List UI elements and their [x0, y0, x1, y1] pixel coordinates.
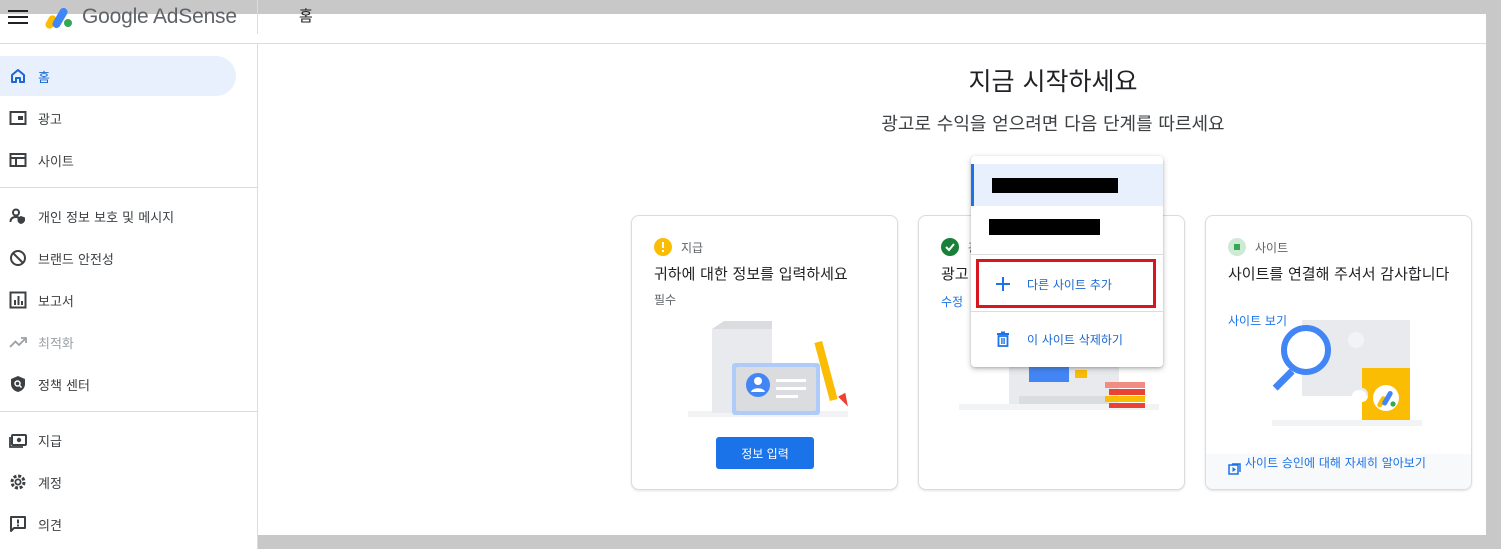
menu-divider	[971, 254, 1163, 255]
sidebar-item-home[interactable]: 홈	[0, 56, 236, 96]
delete-site-label: 이 사이트 삭제하기	[1027, 332, 1123, 347]
sidebar-item-label: 최적화	[38, 336, 74, 352]
sidebar-item-label: 광고	[38, 112, 62, 128]
sidebar-item-brand-safety[interactable]: 브랜드 안전성	[0, 238, 236, 278]
warning-icon	[654, 238, 672, 256]
sidebar-item-label: 정책 센터	[38, 378, 90, 394]
ads-icon	[8, 108, 28, 128]
redacted-site-name	[992, 177, 1118, 193]
adsense-logo-icon	[45, 7, 72, 29]
sidebar: 홈 광고 사이트 개인 정보 보호 및 메시지 브랜드 안전성 보고서 최적화 …	[0, 44, 258, 549]
card-category: 사이트	[1228, 238, 1288, 256]
card-footer: 사이트 승인에 대해 자세히 알아보기	[1206, 454, 1471, 489]
sidebar-item-ads[interactable]: 광고	[0, 98, 236, 138]
payments-card: 지급 귀하에 대한 정보를 입력하세요 필수 정보 입력	[631, 215, 898, 490]
highlight-box	[976, 259, 1156, 308]
adsense-logo[interactable]: Google AdSense	[44, 2, 237, 32]
sidebar-item-label: 의견	[38, 518, 62, 534]
sidebar-item-label: 브랜드 안전성	[38, 252, 114, 268]
sidebar-item-label: 사이트	[38, 154, 74, 170]
menu-site-option[interactable]	[971, 206, 1163, 248]
card-category-label: 지급	[681, 240, 704, 255]
sidebar-item-label: 지급	[38, 434, 62, 450]
sidebar-item-feedback[interactable]: 의견	[0, 504, 236, 544]
site-approval-learn-more-link[interactable]: 사이트 승인에 대해 자세히 알아보기	[1245, 456, 1455, 471]
feedback-icon	[8, 514, 28, 534]
sidebar-item-privacy[interactable]: 개인 정보 보호 및 메시지	[0, 196, 236, 236]
sidebar-item-optimization[interactable]: 최적화	[0, 322, 236, 362]
card-required-note: 필수	[654, 293, 677, 307]
payments-icon	[8, 430, 28, 450]
block-icon	[8, 248, 28, 268]
home-icon	[8, 66, 28, 86]
sites-icon	[8, 150, 28, 170]
sidebar-divider	[0, 411, 258, 412]
sidebar-item-policy-center[interactable]: 정책 센터	[0, 364, 236, 404]
enter-info-button[interactable]: 정보 입력	[716, 437, 814, 469]
card-category: 지급	[654, 238, 703, 256]
id-card-illustration	[688, 321, 848, 417]
hero-subtitle: 광고로 수익을 얻으려면 다음 단계를 따르세요	[881, 114, 1225, 135]
trash-icon	[995, 331, 1011, 347]
page-title: 홈	[299, 7, 313, 25]
sidebar-item-account[interactable]: 계정	[0, 462, 236, 502]
card-title: 사이트를 연결해 주셔서 감사합니다	[1228, 265, 1450, 283]
menu-site-option-selected[interactable]	[971, 164, 1163, 206]
sidebar-item-reports[interactable]: 보고서	[0, 280, 236, 320]
sidebar-item-label: 계정	[38, 476, 62, 492]
sidebar-item-payments[interactable]: 지급	[0, 420, 236, 460]
policy-icon	[8, 374, 28, 394]
sidebar-item-label: 개인 정보 보호 및 메시지	[38, 210, 175, 226]
external-link-icon	[1228, 460, 1241, 479]
check-circle-icon	[941, 238, 959, 256]
reports-icon	[8, 290, 28, 310]
site-status-icon	[1228, 238, 1246, 256]
sidebar-divider	[0, 187, 258, 188]
sidebar-item-label: 보고서	[38, 294, 74, 310]
menu-divider	[971, 311, 1163, 312]
site-card: 사이트 사이트를 연결해 주셔서 감사합니다 사이트 보기 사이트 승인에 대해…	[1205, 215, 1472, 490]
logo-text: Google AdSense	[82, 5, 237, 28]
redacted-site-name	[989, 219, 1100, 235]
card-title: 귀하에 대한 정보를 입력하세요	[654, 265, 848, 283]
sidebar-item-sites[interactable]: 사이트	[0, 140, 236, 180]
hero-title: 지금 시작하세요	[968, 67, 1138, 96]
edit-link[interactable]: 수정	[941, 293, 963, 310]
trending-icon	[8, 332, 28, 352]
menu-icon[interactable]	[8, 10, 28, 26]
delete-site-menu-item[interactable]: 이 사이트 삭제하기	[971, 316, 1163, 362]
top-app-bar: Google AdSense 홈	[0, 0, 1486, 44]
privacy-icon	[8, 206, 28, 226]
topbar-divider	[257, 0, 258, 34]
puzzle-magnifier-illustration	[1272, 320, 1422, 426]
gear-icon	[8, 472, 28, 492]
sidebar-item-label: 홈	[38, 70, 50, 86]
card-category-label: 사이트	[1255, 240, 1289, 255]
